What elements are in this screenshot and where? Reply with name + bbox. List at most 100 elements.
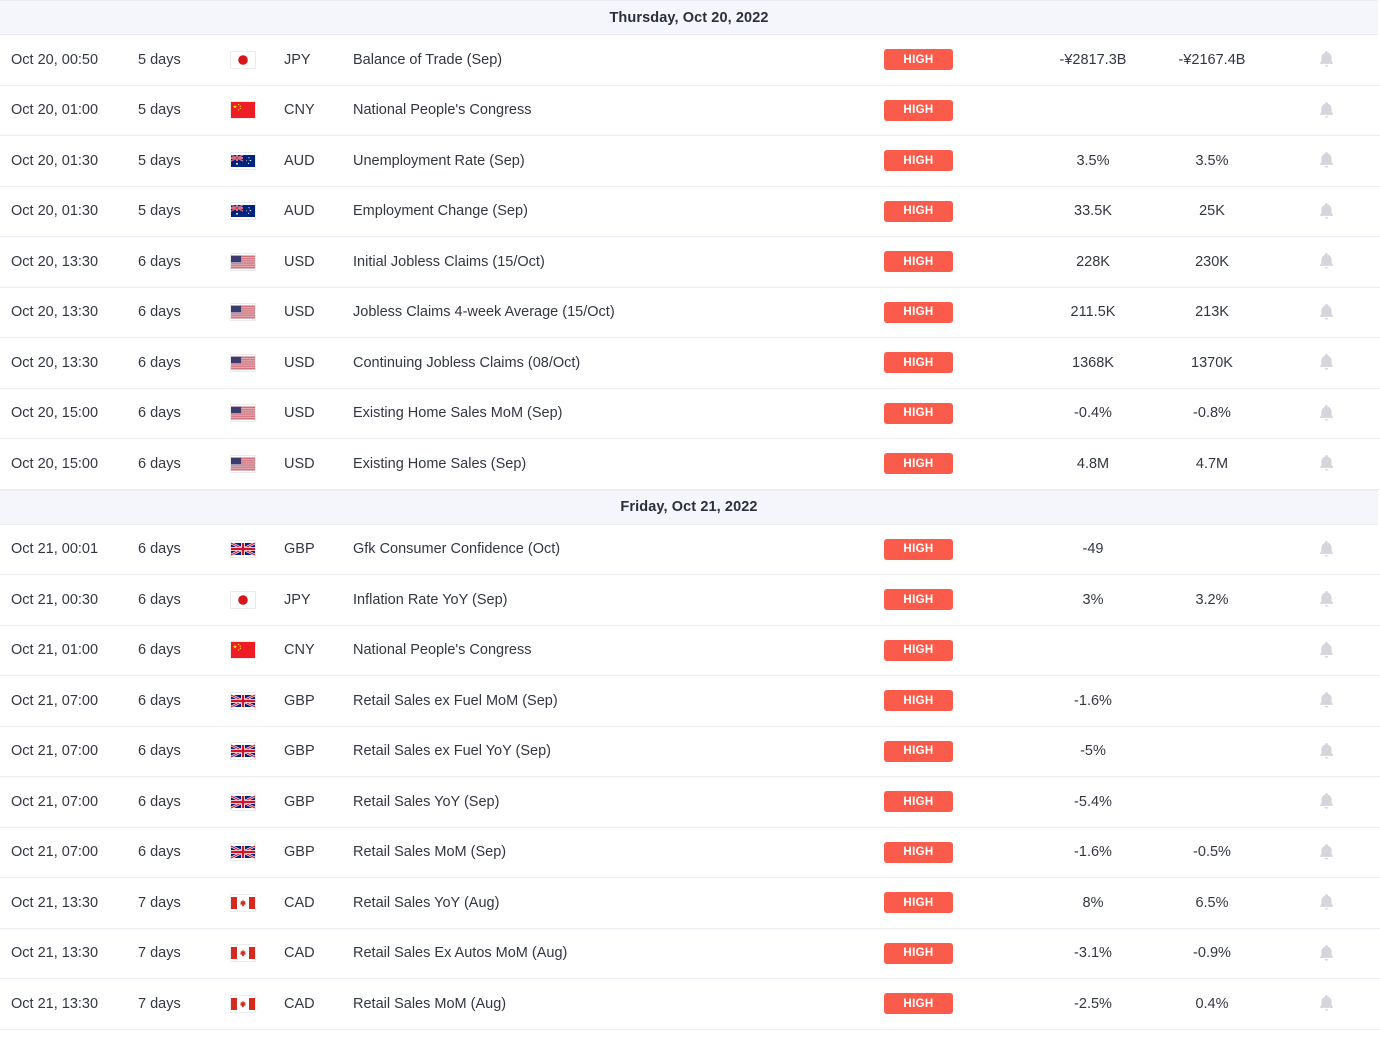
notification-bell-button[interactable] <box>1272 842 1380 863</box>
country-flag-cell <box>228 994 284 1013</box>
event-datetime: Oct 20, 00:50 <box>11 51 99 68</box>
event-name[interactable]: Gfk Consumer Confidence (Oct) <box>348 541 884 557</box>
notification-bell-button[interactable] <box>1272 943 1380 964</box>
calendar-event-row[interactable]: Oct 21, 07:00 6 days GBP Retail Sales MoM … <box>0 827 1380 878</box>
calendar-event-row[interactable]: Oct 20, 01:00 5 days CNY National People's… <box>0 85 1380 136</box>
notification-bell-button[interactable] <box>1272 640 1380 661</box>
country-flag-cell <box>228 792 284 811</box>
notification-bell-button[interactable] <box>1272 201 1380 222</box>
impact-cell: HIGH <box>884 301 1034 323</box>
bell-icon <box>1319 303 1333 320</box>
impact-badge: HIGH <box>884 791 953 813</box>
impact-cell: HIGH <box>884 402 1034 424</box>
calendar-event-row[interactable]: Oct 21, 13:30 7 days CAD Retail Sales MoM … <box>0 979 1380 1030</box>
actual-value: 211.5K <box>1070 304 1116 321</box>
notification-bell-button[interactable] <box>1272 302 1380 323</box>
calendar-event-row[interactable]: Oct 20, 01:30 5 days AUD Employment Chang <box>0 186 1380 237</box>
event-datetime: Oct 20, 01:30 <box>11 152 99 169</box>
notification-bell-button[interactable] <box>1272 589 1380 610</box>
event-name[interactable]: Existing Home Sales (Sep) <box>348 456 884 472</box>
impact-badge: HIGH <box>884 402 953 424</box>
event-name[interactable]: Retail Sales ex Fuel YoY (Sep) <box>348 743 884 759</box>
actual-value: -5% <box>1080 743 1106 760</box>
impact-badge: HIGH <box>884 301 953 323</box>
event-name[interactable]: Existing Home Sales MoM (Sep) <box>348 405 884 421</box>
notification-bell-button[interactable] <box>1272 49 1380 70</box>
event-datetime: Oct 20, 15:00 <box>11 455 99 472</box>
calendar-event-row[interactable]: Oct 20, 13:30 6 days USD Initial Jobless C… <box>0 237 1380 288</box>
bell-icon <box>1319 843 1333 860</box>
notification-bell-button[interactable] <box>1272 993 1380 1014</box>
notification-bell-button[interactable] <box>1272 690 1380 711</box>
currency-code: USD <box>284 253 315 270</box>
bell-icon <box>1319 641 1333 658</box>
impact-badge: HIGH <box>884 200 953 222</box>
country-flag-cell <box>228 454 284 473</box>
impact-cell: HIGH <box>884 589 1034 611</box>
event-name[interactable]: National People's Congress <box>348 102 884 118</box>
notification-bell-button[interactable] <box>1272 100 1380 121</box>
impact-cell: HIGH <box>884 639 1034 661</box>
event-time-ago: 7 days <box>138 894 181 911</box>
event-time-ago: 6 days <box>138 743 181 760</box>
event-name[interactable]: Initial Jobless Claims (15/Oct) <box>348 254 884 270</box>
event-time-ago: 6 days <box>138 354 181 371</box>
event-name[interactable]: Balance of Trade (Sep) <box>348 52 884 68</box>
event-name[interactable]: Jobless Claims 4-week Average (15/Oct) <box>348 304 884 320</box>
calendar-event-row[interactable]: Oct 21, 07:00 6 days GBP Retail Sales YoY … <box>0 777 1380 828</box>
event-name[interactable]: Retail Sales MoM (Aug) <box>348 996 884 1012</box>
impact-cell: HIGH <box>884 453 1034 475</box>
notification-bell-button[interactable] <box>1272 539 1380 560</box>
flag-united-states-icon <box>230 454 256 473</box>
event-name[interactable]: National People's Congress <box>348 642 884 658</box>
forecast-value: 1370K <box>1191 354 1233 371</box>
event-name[interactable]: Inflation Rate YoY (Sep) <box>348 592 884 608</box>
bell-icon <box>1319 404 1333 421</box>
calendar-event-row[interactable]: Oct 21, 13:30 7 days CAD Retail Sales Ex A… <box>0 928 1380 979</box>
notification-bell-button[interactable] <box>1272 741 1380 762</box>
actual-value: 3.5% <box>1076 152 1110 169</box>
calendar-event-row[interactable]: Oct 21, 00:30 6 days JPY Inflation Rate YoY… <box>0 575 1380 626</box>
event-name[interactable]: Continuing Jobless Claims (08/Oct) <box>348 355 884 371</box>
event-name[interactable]: Retail Sales YoY (Aug) <box>348 895 884 911</box>
event-name[interactable]: Retail Sales Ex Autos MoM (Aug) <box>348 945 884 961</box>
impact-badge: HIGH <box>884 639 953 661</box>
notification-bell-button[interactable] <box>1272 791 1380 812</box>
event-datetime: Oct 21, 13:30 <box>11 945 99 962</box>
calendar-event-row[interactable]: Oct 20, 01:30 5 days AUD Unemployment Rat <box>0 136 1380 187</box>
event-name[interactable]: Retail Sales YoY (Sep) <box>348 794 884 810</box>
actual-value: -3.1% <box>1074 945 1112 962</box>
impact-cell: HIGH <box>884 251 1034 273</box>
currency-code: GBP <box>284 793 315 810</box>
calendar-event-row[interactable]: Oct 20, 00:50 5 days JPY Balance of Trade (… <box>0 35 1380 86</box>
country-flag-cell <box>228 151 284 170</box>
notification-bell-button[interactable] <box>1272 403 1380 424</box>
calendar-event-row[interactable]: Oct 20, 15:00 6 days USD Existing Home Sal… <box>0 439 1380 490</box>
country-flag-cell <box>228 944 284 963</box>
calendar-event-row[interactable]: Oct 20, 15:00 6 days USD Existing Home Sal… <box>0 388 1380 439</box>
country-flag-cell <box>228 101 284 120</box>
calendar-event-row[interactable]: Oct 20, 13:30 6 days USD Continuing Jobles… <box>0 338 1380 389</box>
calendar-event-row[interactable]: Oct 21, 01:00 6 days CNY National People's… <box>0 625 1380 676</box>
event-name[interactable]: Retail Sales MoM (Sep) <box>348 844 884 860</box>
calendar-event-row[interactable]: Oct 20, 13:30 6 days USD Jobless Claims 4-… <box>0 287 1380 338</box>
calendar-event-row[interactable]: Oct 21, 07:00 6 days GBP Retail Sales ex F… <box>0 676 1380 727</box>
actual-value: 4.8M <box>1076 455 1110 472</box>
notification-bell-button[interactable] <box>1272 453 1380 474</box>
calendar-event-row[interactable]: Oct 21, 07:00 6 days GBP Retail Sales ex F… <box>0 726 1380 777</box>
calendar-event-row[interactable]: Oct 21, 00:01 6 days GBP Gfk Consumer Conf… <box>0 524 1380 575</box>
notification-bell-button[interactable] <box>1272 352 1380 373</box>
country-flag-cell <box>228 893 284 912</box>
event-datetime: Oct 20, 13:30 <box>11 304 99 321</box>
impact-badge: HIGH <box>884 99 953 121</box>
notification-bell-button[interactable] <box>1272 892 1380 913</box>
impact-badge: HIGH <box>884 589 953 611</box>
calendar-event-row[interactable]: Oct 21, 13:30 7 days CAD Retail Sales YoY … <box>0 878 1380 929</box>
notification-bell-button[interactable] <box>1272 150 1380 171</box>
currency-code: CAD <box>284 995 315 1012</box>
event-name[interactable]: Retail Sales ex Fuel MoM (Sep) <box>348 693 884 709</box>
event-name[interactable]: Employment Change (Sep) <box>348 203 884 219</box>
event-name[interactable]: Unemployment Rate (Sep) <box>348 153 884 169</box>
currency-code: GBP <box>284 844 315 861</box>
notification-bell-button[interactable] <box>1272 251 1380 272</box>
